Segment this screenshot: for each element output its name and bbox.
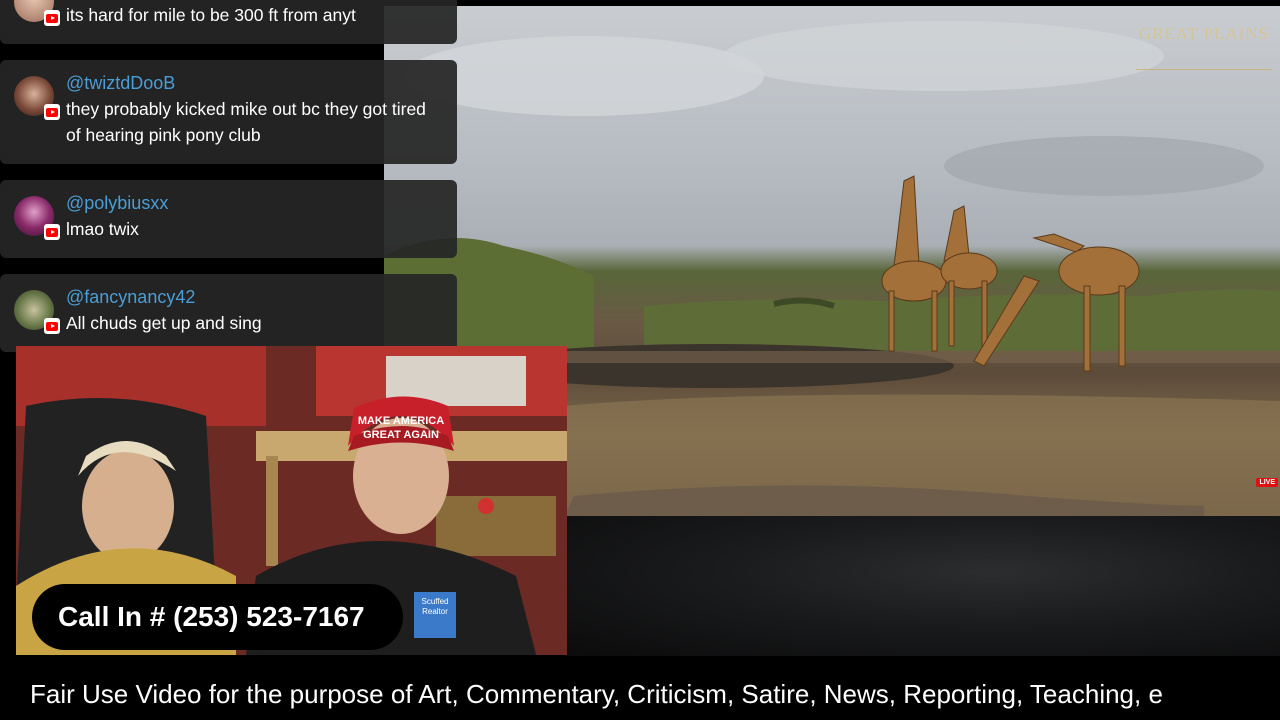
chat-username[interactable]: @twiztdDooB (66, 70, 445, 96)
chat-message-text: All chuds get up and sing (66, 313, 262, 333)
call-in-number-banner: Call In # (253) 523-7167 (32, 584, 403, 650)
youtube-icon (44, 10, 60, 26)
user-avatar (14, 76, 60, 120)
user-avatar (14, 0, 60, 26)
chat-message-text: they probably kicked mike out bc they go… (66, 99, 426, 145)
chat-username[interactable]: @fancynancy42 (66, 284, 445, 310)
hat-text: MAKE AMERICA (358, 415, 444, 427)
chat-message: @fancynancy42 All chuds get up and sing (0, 274, 457, 352)
fair-use-disclaimer: Fair Use Video for the purpose of Art, C… (30, 679, 1163, 709)
youtube-icon (44, 224, 60, 240)
great-plains-watermark-logo: GREAT PLAINS (1136, 14, 1272, 70)
chat-message: @polybiusxx lmao twix (0, 180, 457, 258)
user-avatar (14, 290, 60, 334)
youtube-icon (44, 318, 60, 334)
youtube-icon (44, 104, 60, 120)
chat-username[interactable]: @polybiusxx (66, 190, 445, 216)
chat-message: its hard for mile to be 300 ft from anyt (0, 0, 457, 44)
chat-message-text: lmao twix (66, 219, 139, 239)
svg-text:Realtor: Realtor (422, 607, 448, 616)
chat-message-text: its hard for mile to be 300 ft from anyt (66, 5, 356, 25)
dark-video-region (566, 516, 1280, 656)
svg-text:GREAT AGAIN: GREAT AGAIN (363, 429, 439, 441)
live-badge: LIVE (1256, 478, 1278, 487)
chat-message: @twiztdDooB they probably kicked mike ou… (0, 60, 457, 164)
shirt-badge-text: Scuffed (422, 597, 449, 606)
user-avatar (14, 196, 60, 240)
